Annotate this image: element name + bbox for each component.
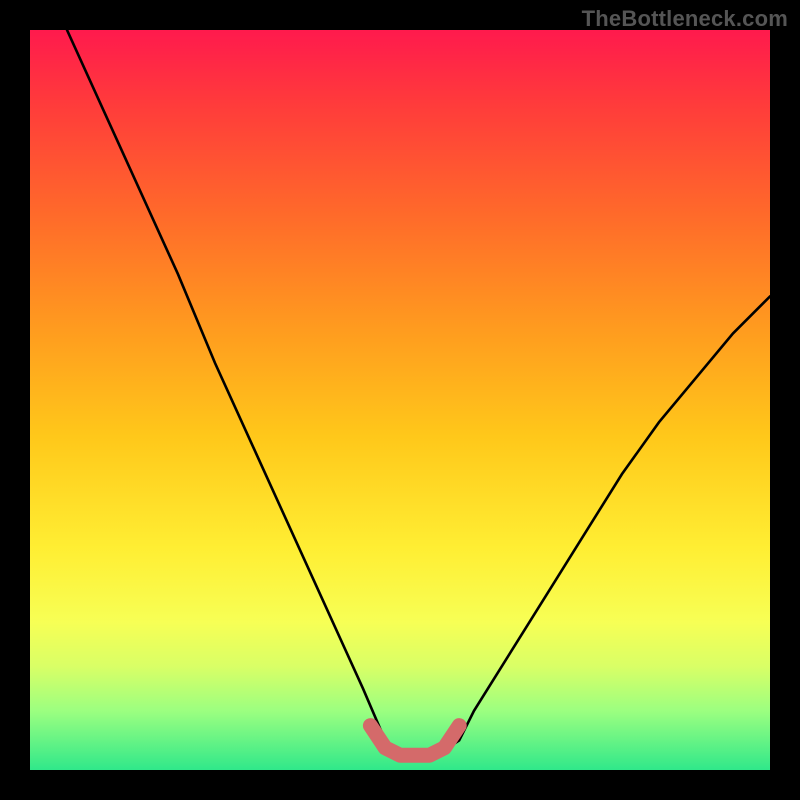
chart-frame: TheBottleneck.com [0,0,800,800]
chart-svg [30,30,770,770]
optimal-band-marker [370,726,459,756]
chart-plot-area [30,30,770,770]
bottleneck-curve [67,30,770,755]
watermark-text: TheBottleneck.com [582,6,788,32]
